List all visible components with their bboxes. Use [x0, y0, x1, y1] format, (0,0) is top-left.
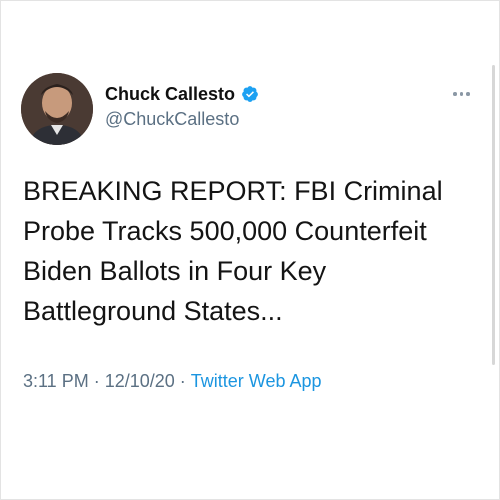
author-handle[interactable]: @ChuckCallesto [105, 108, 239, 130]
tweet-card: Chuck Callesto @ChuckCallesto BREAKING R… [0, 0, 500, 500]
avatar-photo [21, 73, 93, 145]
meta-separator: · [179, 371, 186, 391]
meta-separator: · [93, 371, 100, 391]
tweet-source-link[interactable]: Twitter Web App [191, 370, 322, 392]
scrollbar[interactable] [492, 65, 495, 365]
dot [453, 92, 457, 96]
tweet-date[interactable]: 12/10/20 [105, 370, 175, 392]
tweet-text: BREAKING REPORT: FBI Criminal Probe Trac… [23, 176, 443, 326]
verified-badge-icon [241, 85, 259, 103]
dot [459, 92, 463, 96]
more-options-icon[interactable] [453, 91, 473, 97]
tweet-meta: 3:11 PM · 12/10/20 · Twitter Web App [23, 370, 322, 392]
display-name[interactable]: Chuck Callesto [105, 83, 235, 105]
avatar[interactable] [21, 73, 93, 145]
dot [466, 92, 470, 96]
tweet-time[interactable]: 3:11 PM [23, 370, 89, 392]
author-name-row: Chuck Callesto [105, 83, 259, 105]
